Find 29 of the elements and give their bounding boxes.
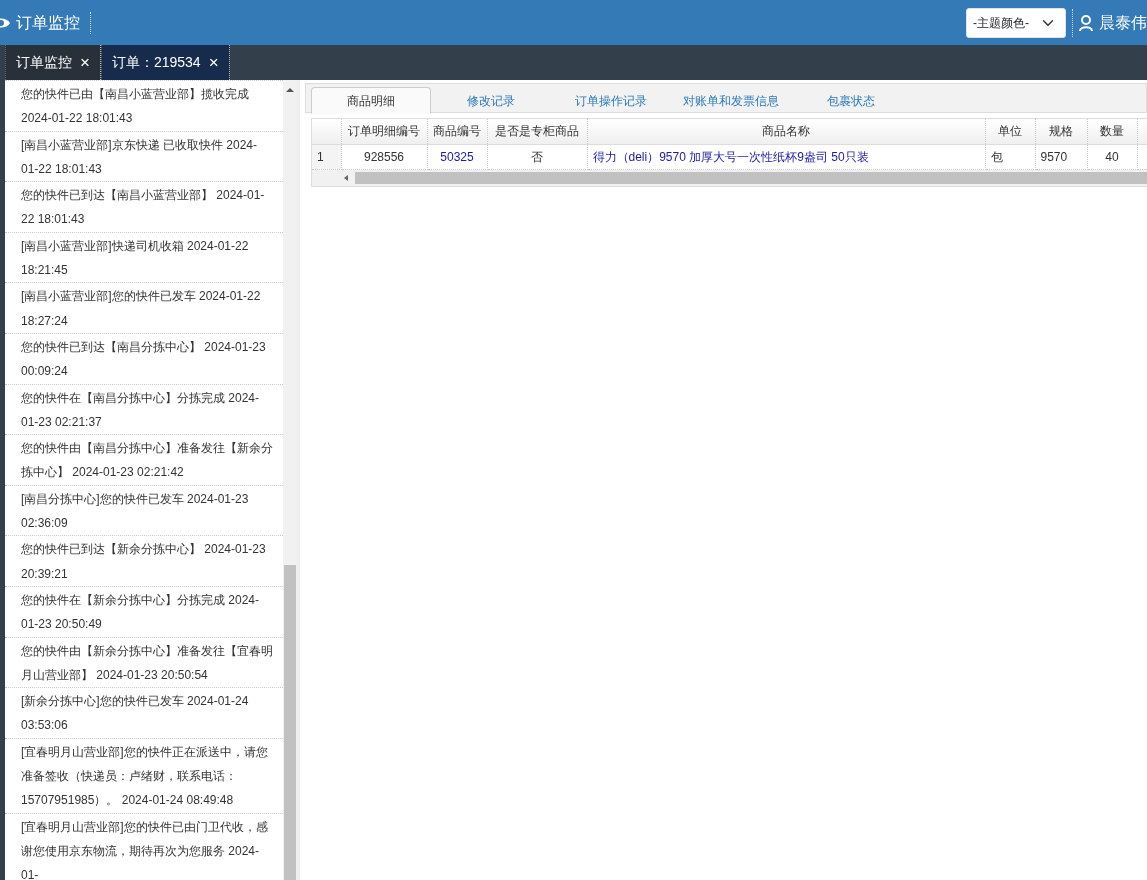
table-cell: 928556 — [341, 144, 427, 169]
column-header[interactable]: 商品名称 — [587, 119, 985, 144]
column-header[interactable]: 是否是专柜商品 — [487, 119, 587, 144]
close-button[interactable]: × — [208, 49, 219, 76]
table-cell: 9570 — [1035, 144, 1087, 169]
table-cell: 得力（deli）9570 加厚大号一次性纸杯9盎司 50只装 — [587, 144, 985, 169]
column-header[interactable]: 规格 — [1035, 119, 1087, 144]
detail-tab[interactable]: 修改记录 — [431, 87, 551, 114]
table-cell: 50325 — [427, 144, 487, 169]
table-cell: 否 — [487, 144, 587, 169]
detail-tab[interactable]: 对账单和发票信息 — [671, 87, 791, 114]
theme-color-select[interactable]: -主题颜色- — [966, 7, 1066, 38]
row-number: 1 — [312, 144, 341, 169]
detail-tab[interactable]: 包裹状态 — [791, 87, 911, 114]
page-tab[interactable]: 订单监控 × — [5, 45, 101, 80]
detail-tab[interactable]: 订单操作记录 — [551, 87, 671, 114]
table-cell: 包 — [985, 144, 1035, 169]
close-button[interactable]: × — [80, 49, 90, 76]
column-header[interactable]: 数量 — [1087, 119, 1137, 144]
column-header[interactable]: 订单明细编号 — [341, 119, 427, 144]
page-tab[interactable]: 订单：219534 × — [100, 45, 230, 80]
column-header[interactable]: 商品编号 — [427, 119, 487, 144]
user-name[interactable]: 晨泰伟 — [1099, 10, 1147, 35]
page-title: 订单监控 — [10, 11, 91, 34]
table-cell: 40 — [1087, 144, 1137, 169]
detail-tab[interactable]: 商品明细 — [311, 87, 431, 114]
horizontal-scrollbar[interactable] — [312, 169, 1147, 186]
user-icon — [1079, 14, 1093, 31]
column-header[interactable]: 单位 — [985, 119, 1035, 144]
